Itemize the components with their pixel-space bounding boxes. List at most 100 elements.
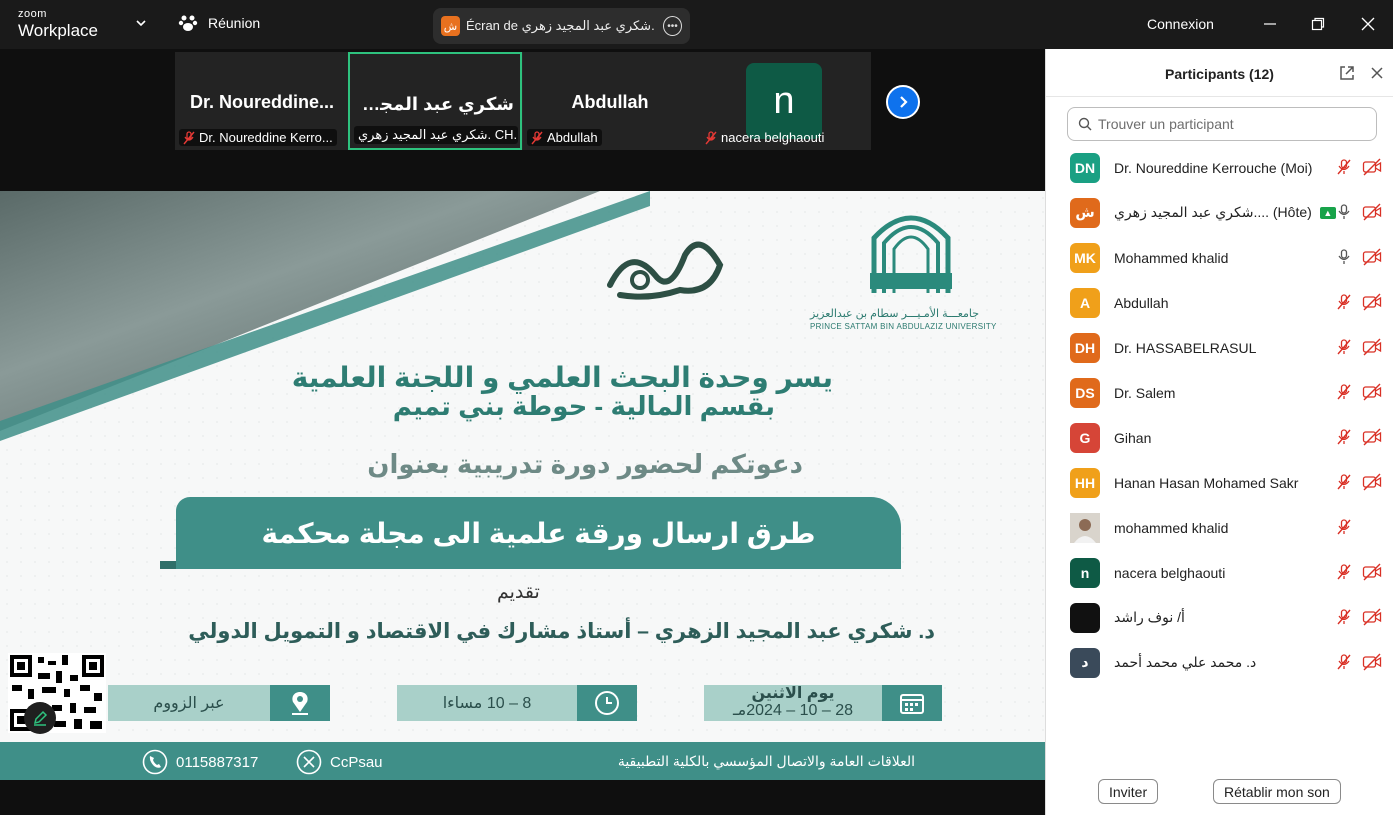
annotate-button[interactable]	[24, 702, 56, 734]
participant-row[interactable]: أ/ نوف راشد	[1046, 595, 1393, 640]
tile-name: شكري عبد المجيد...	[356, 94, 514, 114]
participant-row[interactable]: HH Hanan Hasan Mohamed Sakr	[1046, 460, 1393, 505]
x-logo-icon	[296, 749, 322, 775]
search-icon	[1078, 117, 1092, 131]
participant-row[interactable]: د د. محمد علي محمد أحمد	[1046, 640, 1393, 685]
participant-name-text: nacera belghaouti	[1114, 564, 1226, 581]
info-place: عبر الزووم	[108, 685, 270, 721]
close-window-icon[interactable]	[1356, 12, 1380, 36]
tile-avatar: n	[746, 63, 822, 139]
participant-name: Dr. Noureddine Kerrouche (Moi)	[1114, 160, 1312, 176]
close-icon[interactable]	[1368, 64, 1386, 82]
calendar-icon	[882, 685, 942, 721]
participant-name: mohammed khalid	[1114, 520, 1228, 536]
video-tile-active-speaker[interactable]: شكري عبد المجيد... شكري عبد المجيد زهري.…	[348, 52, 522, 150]
signin-button[interactable]: Connexion	[1147, 16, 1214, 32]
video-tile[interactable]: Abdullah Abdullah	[523, 52, 697, 150]
participant-row[interactable]: n nacera belghaouti	[1046, 550, 1393, 595]
mic-muted-icon[interactable]	[1334, 292, 1354, 312]
participant-status-icons	[1334, 292, 1382, 312]
participant-status-icons	[1334, 157, 1382, 177]
mic-icon[interactable]	[1334, 247, 1354, 267]
restore-icon[interactable]	[1306, 12, 1330, 36]
university-logo	[870, 215, 952, 293]
participant-row[interactable]: DN Dr. Noureddine Kerrouche (Moi)	[1046, 145, 1393, 190]
participant-name-text: أ/ نوف راشد	[1114, 609, 1185, 625]
participant-avatar: ش	[1070, 197, 1100, 228]
participant-row[interactable]: ش شكري عبد المجيد زهري.... (Hôte) ▲	[1046, 190, 1393, 235]
brand-big-text: Workplace	[18, 21, 98, 40]
presented-by: تقديم	[497, 582, 540, 603]
invite-button[interactable]: Inviter	[1098, 779, 1159, 804]
participant-name: Hanan Hasan Mohamed Sakr	[1114, 475, 1298, 491]
search-input[interactable]	[1098, 116, 1358, 132]
mic-muted-icon[interactable]	[1334, 652, 1354, 672]
footer-handle-text: CcPsau	[330, 753, 383, 771]
info-date-text: 28 – 10 – 2024مـ	[732, 702, 854, 719]
video-off-icon[interactable]	[1362, 472, 1382, 492]
participant-row[interactable]: DS Dr. Salem	[1046, 370, 1393, 415]
participant-name-text: Dr. Noureddine Kerrouche (Moi)	[1114, 159, 1313, 176]
video-off-icon[interactable]	[1362, 292, 1382, 312]
video-off-icon[interactable]	[1362, 427, 1382, 447]
tile-name: Abdullah	[571, 92, 649, 112]
video-off-icon[interactable]	[1362, 652, 1382, 672]
video-off-icon[interactable]	[1362, 202, 1382, 222]
tile-label: Abdullah	[527, 129, 602, 146]
video-slot-empty[interactable]	[1362, 517, 1382, 537]
info-time: 8 – 10 مساءا	[397, 685, 577, 721]
mic-muted-icon[interactable]	[1334, 337, 1354, 357]
video-off-icon[interactable]	[1362, 247, 1382, 267]
mic-muted-icon[interactable]	[1334, 427, 1354, 447]
info-date: يوم الاثنين 28 – 10 – 2024مـ	[704, 685, 882, 721]
chevron-down-icon[interactable]	[134, 16, 148, 30]
participant-status-icons	[1334, 607, 1382, 627]
participant-name: nacera belghaouti	[1114, 565, 1225, 581]
participant-row[interactable]: A Abdullah	[1046, 280, 1393, 325]
mic-muted-icon[interactable]	[1334, 472, 1354, 492]
participant-status-icons	[1334, 247, 1382, 267]
mic-muted-icon[interactable]	[1334, 517, 1354, 537]
video-off-icon[interactable]	[1362, 337, 1382, 357]
presenter-name: د. شكري عبد المجيد الزهري – أستاذ مشارك …	[188, 620, 935, 643]
video-tile[interactable]: n nacera belghaouti	[697, 52, 871, 150]
participant-search[interactable]	[1067, 107, 1377, 141]
video-off-icon[interactable]	[1362, 607, 1382, 627]
participant-name-text: Abdullah	[1114, 294, 1169, 311]
zoom-logo[interactable]: zoom Workplace	[18, 9, 98, 40]
participant-row[interactable]: DH Dr. HASSABELRASUL	[1046, 325, 1393, 370]
participant-avatar: MK	[1070, 242, 1100, 273]
participant-name-text: Mohammed khalid	[1114, 249, 1229, 266]
minimize-icon[interactable]	[1258, 12, 1282, 36]
participant-row[interactable]: MK Mohammed khalid	[1046, 235, 1393, 280]
mic-muted-icon	[183, 130, 195, 144]
mic-muted-icon[interactable]	[1334, 157, 1354, 177]
participant-row[interactable]: G Gihan	[1046, 415, 1393, 460]
meeting-button[interactable]: Réunion	[178, 14, 260, 32]
footer-phone: 0115887317	[142, 749, 258, 775]
participant-avatar: د	[1070, 647, 1100, 678]
mic-muted-icon[interactable]	[1334, 562, 1354, 582]
participant-name: أ/ نوف راشد	[1114, 609, 1185, 626]
participants-panel: Participants (12) DNDr. Noureddine Kerro…	[1045, 49, 1393, 815]
participant-row[interactable]: mohammed khalid	[1046, 505, 1393, 550]
tile-label-text: شكري عبد المجيد زهري. CH...	[358, 127, 518, 142]
poster-line-2: بقسم المالية - حوطة بني تميم	[392, 391, 775, 421]
calligraphy-logo	[607, 241, 724, 300]
video-tile[interactable]: Dr. Noureddine... Dr. Noureddine Kerro..…	[175, 52, 349, 150]
popout-icon[interactable]	[1338, 64, 1356, 82]
video-off-icon[interactable]	[1362, 382, 1382, 402]
next-page-button[interactable]	[886, 85, 920, 119]
more-options-icon[interactable]: •••	[662, 16, 682, 36]
info-day: يوم الاثنين	[751, 685, 835, 703]
mic-muted-icon[interactable]	[1334, 607, 1354, 627]
participants-paw-icon	[178, 15, 198, 31]
screen-share-indicator[interactable]: ش Écran de شكري عبد المجيد زهري. C •••	[433, 8, 690, 44]
mic-muted-icon[interactable]	[1334, 382, 1354, 402]
unmute-button[interactable]: Rétablir mon son	[1213, 779, 1341, 804]
phone-icon	[142, 749, 168, 775]
video-off-icon[interactable]	[1362, 157, 1382, 177]
participant-name-text: Dr. Salem	[1114, 384, 1176, 401]
mic-icon[interactable]	[1334, 202, 1354, 222]
video-off-icon[interactable]	[1362, 562, 1382, 582]
